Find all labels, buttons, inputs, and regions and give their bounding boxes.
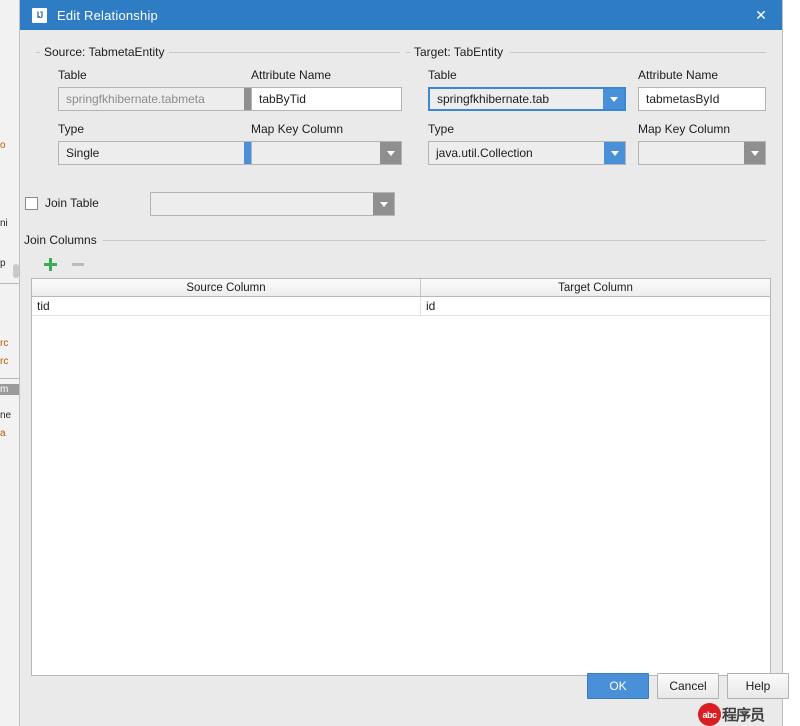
cancel-button[interactable]: Cancel <box>657 673 719 699</box>
source-attribute-input[interactable]: tabByTid <box>251 87 402 111</box>
background-text-fragment: o <box>0 140 20 151</box>
background-text-fragment: rc <box>0 356 20 367</box>
join-table-checkbox[interactable] <box>25 197 38 210</box>
column-header-source[interactable]: Source Column <box>32 279 421 296</box>
source-map-key-label: Map Key Column <box>251 122 343 136</box>
join-columns-title: Join Columns <box>20 233 101 247</box>
target-map-key-label: Map Key Column <box>638 122 730 136</box>
group-border <box>103 240 766 241</box>
source-table-value: springfkhibernate.tabmeta <box>59 92 244 106</box>
background-text-fragment: p <box>0 258 20 269</box>
ok-button[interactable]: OK <box>587 673 649 699</box>
background-text-fragment: ne <box>0 410 20 421</box>
source-type-label: Type <box>58 122 84 136</box>
background-divider <box>0 378 20 379</box>
help-button[interactable]: Help <box>727 673 789 699</box>
chevron-down-icon <box>380 142 401 164</box>
table-header-row: Source Column Target Column <box>32 279 770 297</box>
target-attribute-input[interactable]: tabmetasById <box>638 87 766 111</box>
dialog-title: Edit Relationship <box>57 8 158 23</box>
source-group-title: Source: TabmetaEntity <box>40 45 169 59</box>
remove-join-column-button[interactable] <box>68 254 88 274</box>
join-table-label: Join Table <box>45 196 99 210</box>
background-text-fragment: rc <box>0 338 20 349</box>
table-body: tidid <box>32 297 770 316</box>
background-divider <box>0 283 20 284</box>
target-table-value: springfkhibernate.tab <box>430 92 603 106</box>
cell-source-column[interactable]: tid <box>32 297 421 315</box>
source-table-label: Table <box>58 68 87 82</box>
background-text-fragment: ni <box>0 218 20 229</box>
add-join-column-button[interactable] <box>40 254 60 274</box>
join-table-combo[interactable] <box>150 192 395 216</box>
join-table-checkbox-row[interactable]: Join Table <box>25 196 99 210</box>
intellij-idea-icon <box>32 8 47 23</box>
table-row[interactable]: tidid <box>32 297 770 316</box>
close-icon[interactable]: ✕ <box>750 5 772 25</box>
target-group-title: Target: TabEntity <box>410 45 507 59</box>
target-type-combo[interactable]: java.util.Collection <box>428 141 626 165</box>
edit-relationship-dialog: Edit Relationship ✕ Source: TabmetaEntit… <box>20 0 782 726</box>
column-header-target[interactable]: Target Column <box>421 279 770 296</box>
source-table-combo[interactable]: springfkhibernate.tabmeta <box>58 87 266 111</box>
source-type-combo[interactable]: Single <box>58 141 266 165</box>
target-table-label: Table <box>428 68 457 82</box>
chevron-down-icon <box>744 142 765 164</box>
dialog-body: Source: TabmetaEntity Table springfkhibe… <box>20 30 782 726</box>
target-map-key-combo[interactable] <box>638 141 766 165</box>
target-table-combo[interactable]: springfkhibernate.tab <box>428 87 626 111</box>
background-text-fragment: m <box>0 384 20 395</box>
source-map-key-combo[interactable] <box>251 141 402 165</box>
minus-icon <box>72 263 84 266</box>
background-text-fragment: a <box>0 428 20 439</box>
screen: o ni p rc rc m ne a Edit Relationship ✕ Source:… <box>0 0 800 726</box>
target-type-value: java.util.Collection <box>429 146 604 160</box>
source-type-value: Single <box>59 146 244 160</box>
group-border <box>163 52 400 53</box>
target-attribute-label: Attribute Name <box>638 68 718 82</box>
join-columns-table[interactable]: Source Column Target Column tidid <box>31 278 771 676</box>
chevron-down-icon <box>604 142 625 164</box>
chevron-down-icon <box>373 193 394 215</box>
plus-icon <box>49 258 52 271</box>
group-border <box>509 52 766 53</box>
target-type-label: Type <box>428 122 454 136</box>
dialog-titlebar: Edit Relationship ✕ <box>20 0 782 30</box>
chevron-down-icon <box>603 89 624 109</box>
source-attribute-label: Attribute Name <box>251 68 331 82</box>
cell-target-column[interactable]: id <box>421 297 770 315</box>
